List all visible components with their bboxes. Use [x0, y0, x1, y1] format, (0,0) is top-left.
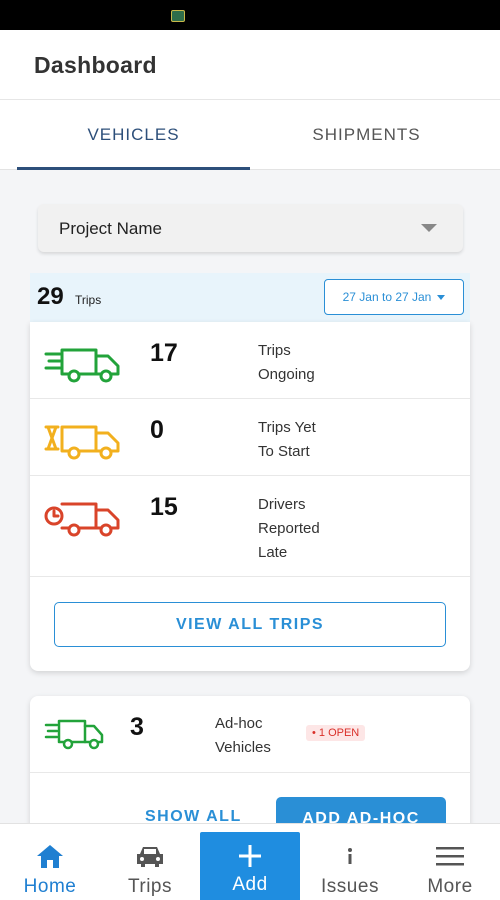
stat-label-line: To Start [258, 443, 310, 460]
stat-label-line: Drivers [258, 496, 306, 513]
truck-hourglass-icon [44, 425, 120, 460]
stat-value: 17 [150, 339, 178, 367]
open-status-badge: • 1 OPEN [306, 725, 366, 741]
stat-label-line: Trips Yet [258, 419, 316, 436]
nav-home[interactable]: Home [0, 824, 100, 900]
nav-add[interactable]: Add [200, 832, 300, 900]
active-tab-indicator [17, 167, 250, 170]
nav-label: More [427, 876, 473, 897]
project-select[interactable]: Project Name [38, 204, 463, 252]
nav-trips[interactable]: Trips [100, 824, 200, 900]
nav-label: Issues [321, 876, 379, 897]
chevron-down-icon [421, 224, 437, 232]
nav-label: Add [232, 874, 268, 895]
tab-shipments[interactable]: SHIPMENTS [250, 100, 483, 170]
truck-clock-icon [44, 502, 120, 537]
stat-label-line: Ongoing [258, 366, 315, 383]
stat-value: 15 [150, 493, 178, 521]
trips-total-count: 29 [37, 283, 64, 310]
stat-row-ongoing[interactable]: 17 Trips Ongoing [30, 322, 470, 399]
stat-label-line: Trips [258, 342, 291, 359]
stat-label: Trips Ongoing [258, 339, 378, 387]
stat-label-line: Late [258, 544, 288, 561]
date-range-label: 27 Jan to 27 Jan [342, 290, 432, 304]
trips-total-unit: Trips [75, 293, 102, 307]
nav-more[interactable]: More [400, 824, 500, 900]
app-notification-icon [171, 10, 185, 22]
stat-row-late[interactable]: 15 Drivers Reported Late [30, 476, 470, 577]
stat-label: Ad-hoc Vehicles [215, 712, 305, 760]
plus-icon [239, 845, 261, 867]
view-all-trips-button[interactable]: VIEW ALL TRIPS [54, 602, 446, 647]
car-icon [137, 847, 163, 867]
stat-label-line: Reported [258, 520, 320, 537]
stat-label-line: Vehicles [215, 739, 271, 756]
tab-vehicles[interactable]: VEHICLES [17, 100, 250, 170]
app-header: Dashboard [0, 30, 500, 100]
stat-row-yet-to-start[interactable]: 0 Trips Yet To Start [30, 399, 470, 476]
truck-moving-icon [44, 719, 104, 750]
page-title: Dashboard [34, 52, 157, 78]
nav-label: Home [23, 876, 77, 897]
stat-label: Trips Yet To Start [258, 416, 378, 464]
truck-moving-icon [44, 348, 120, 383]
tab-bar: VEHICLES SHIPMENTS [0, 100, 500, 170]
stat-value: 3 [130, 713, 144, 741]
trips-summary: 29 Trips 27 Jan to 27 Jan [30, 273, 470, 323]
trips-card: 17 Trips Ongoing 0 Trips Yet To Start 15… [30, 322, 470, 671]
stat-label: Drivers Reported Late [258, 493, 378, 565]
menu-icon [436, 847, 464, 866]
caret-down-icon [437, 294, 446, 300]
stat-row-adhoc[interactable]: 3 Ad-hoc Vehicles • 1 OPEN [30, 696, 470, 773]
status-bar [0, 0, 500, 30]
project-select-value: Project Name [59, 219, 162, 238]
home-icon [37, 845, 63, 868]
nav-issues[interactable]: Issues [300, 824, 400, 900]
info-icon [348, 848, 352, 864]
stat-label-line: Ad-hoc [215, 715, 263, 732]
bottom-nav: Home Trips Add Issues More [0, 823, 500, 900]
nav-label: Trips [127, 876, 173, 897]
stat-value: 0 [150, 416, 164, 444]
date-range-button[interactable]: 27 Jan to 27 Jan [324, 279, 464, 315]
